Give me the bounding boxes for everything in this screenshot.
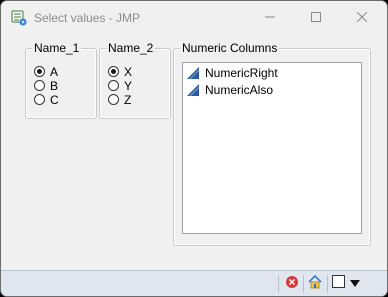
list-item[interactable]: NumericRight [186,65,278,81]
continuous-column-icon [186,66,200,80]
window-square-icon [331,275,345,293]
radio-button[interactable] [108,94,119,105]
status-separator [327,275,328,293]
red-x-icon [285,275,299,294]
home-icon [307,274,323,295]
radio-button[interactable] [34,80,45,91]
numeric-columns-group: Numeric Columns NumericRight NumericAlso [173,41,371,246]
continuous-column-icon [186,83,200,97]
numeric-columns-list[interactable]: NumericRight NumericAlso [182,62,362,234]
radio-button-selected[interactable] [34,66,45,77]
name-2-label: Name_2 [106,41,156,55]
radio-button[interactable] [108,80,119,91]
dropdown-button[interactable] [349,276,361,292]
close-icon [356,9,368,27]
dropdown-arrow-icon [350,275,360,293]
radio-option-x[interactable]: X [108,64,133,79]
radio-label: A [50,64,59,79]
radio-label: Y [124,78,133,93]
status-separator [278,275,279,293]
name-2-group: Name_2 X Y Z [99,41,171,119]
name-1-label: Name_1 [32,41,82,55]
window-square-button[interactable] [331,275,345,293]
radio-label: X [124,64,133,79]
radio-option-b[interactable]: B [34,78,59,93]
minimize-icon [265,9,275,27]
title-bar: Select values - JMP [1,1,387,34]
red-x-button[interactable] [284,275,300,294]
window-title: Select values - JMP [34,11,141,25]
name-1-group: Name_1 A B C [25,41,97,119]
close-button[interactable] [339,1,385,34]
radio-button[interactable] [34,94,45,105]
radio-option-a[interactable]: A [34,64,59,79]
maximize-button[interactable] [293,1,339,34]
status-bar [1,270,387,296]
radio-button-selected[interactable] [108,66,119,77]
radio-option-z[interactable]: Z [108,92,132,107]
status-separator [303,275,304,293]
minimize-button[interactable] [247,1,293,34]
list-item[interactable]: NumericAlso [186,82,273,98]
dialog-content: Name_1 A B C Name_2 X Y Z Numeric Column… [1,34,387,270]
list-item-label: NumericAlso [205,83,274,97]
dialog-window: Select values - JMP Name_1 A B C Name_2 … [0,0,388,297]
list-item-label: NumericRight [205,66,278,80]
radio-label: B [50,78,59,93]
radio-option-c[interactable]: C [34,92,59,107]
home-button[interactable] [306,274,324,295]
maximize-icon [311,9,321,27]
radio-label: C [50,92,59,107]
numeric-columns-label: Numeric Columns [180,41,280,55]
radio-option-y[interactable]: Y [108,78,133,93]
jmp-app-icon [11,10,27,26]
radio-label: Z [124,92,132,107]
